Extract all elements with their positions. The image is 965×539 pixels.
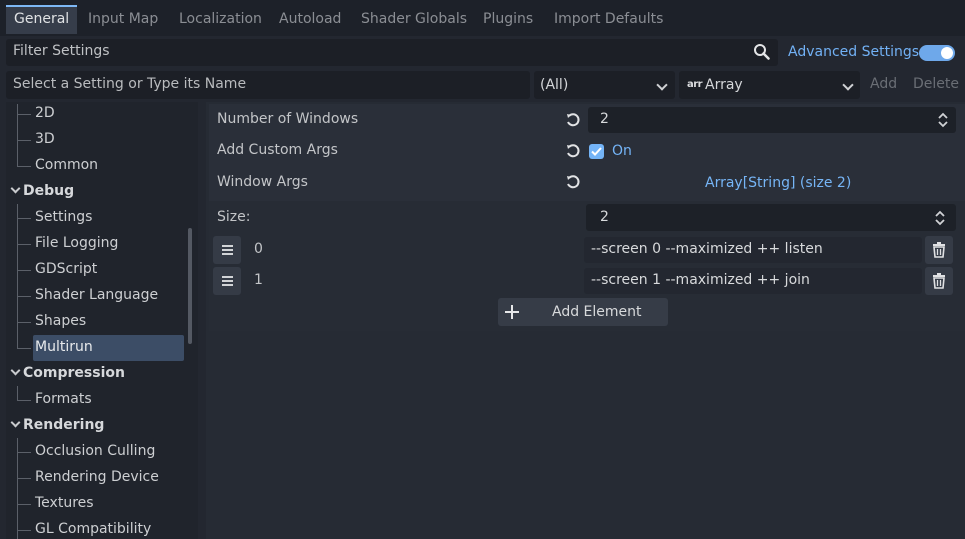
- tree-category-compression[interactable]: Compression: [23, 365, 125, 381]
- tree-connector: [17, 140, 31, 141]
- tree-connector: [17, 348, 31, 349]
- revert-icon[interactable]: [565, 143, 581, 159]
- tree-connector: [17, 400, 31, 401]
- tree-connector: [17, 504, 31, 505]
- tab-localization[interactable]: Localization: [171, 5, 270, 34]
- drag-handle-icon[interactable]: [213, 267, 241, 295]
- add-custom-args-checkbox[interactable]: [589, 144, 604, 159]
- element-index: 0: [254, 241, 263, 257]
- tree-connector: [17, 270, 31, 271]
- add-element-label: Add Element: [552, 304, 642, 320]
- tree-scrollbar[interactable]: [188, 228, 192, 344]
- type-dropdown-value: Array: [705, 77, 743, 93]
- tree-connector: [17, 114, 31, 115]
- tree-connector: [17, 530, 31, 531]
- tab-shader-globals[interactable]: Shader Globals: [353, 5, 475, 34]
- filter-settings-placeholder: Filter Settings: [13, 43, 110, 59]
- tab-input-map[interactable]: Input Map: [80, 5, 166, 34]
- element-index: 1: [254, 272, 263, 288]
- tree-item-shapes[interactable]: Shapes: [35, 313, 86, 329]
- spin-arrows-icon[interactable]: [938, 112, 948, 128]
- search-icon[interactable]: [753, 43, 771, 61]
- advanced-settings-label: Advanced Settings: [788, 44, 920, 60]
- tree-item-occlusion-culling[interactable]: Occlusion Culling: [35, 443, 155, 459]
- add-setting-button[interactable]: Add: [870, 76, 897, 92]
- tree-item-3d[interactable]: 3D: [35, 131, 55, 147]
- tree-item-settings[interactable]: Settings: [35, 209, 92, 225]
- element-value-text: --screen 1 --maximized ++ join: [591, 272, 810, 288]
- array-size-label: Size:: [217, 209, 251, 225]
- tree-item-multirun[interactable]: Multirun: [35, 339, 93, 355]
- tree-item-2d[interactable]: 2D: [35, 105, 55, 121]
- chevron-down-icon: [656, 79, 668, 91]
- tree-connector: [17, 452, 31, 453]
- tree-connector: [17, 244, 31, 245]
- window-args-array-button[interactable]: Array[String] (size 2): [705, 175, 851, 191]
- trash-icon[interactable]: [925, 236, 953, 264]
- spin-arrows-icon[interactable]: [935, 210, 945, 226]
- setting-name-placeholder: Select a Setting or Type its Name: [13, 76, 247, 92]
- tree-item-formats[interactable]: Formats: [35, 391, 92, 407]
- tree-connector: [17, 438, 18, 539]
- drag-handle-icon[interactable]: [213, 236, 241, 264]
- scope-dropdown-value: (All): [540, 77, 569, 93]
- tree-connector: [17, 218, 31, 219]
- element-value-text: --screen 0 --maximized ++ listen: [591, 241, 823, 257]
- array-size-spinbox[interactable]: [586, 204, 956, 231]
- window-args-label: Window Args: [217, 174, 308, 190]
- tree-item-shader-language[interactable]: Shader Language: [35, 287, 158, 303]
- tree-item-gl-compatibility[interactable]: GL Compatibility: [35, 521, 151, 537]
- tree-item-textures[interactable]: Textures: [35, 495, 94, 511]
- revert-icon[interactable]: [565, 174, 581, 190]
- chevron-down-icon: [842, 79, 854, 91]
- tree-category-rendering[interactable]: Rendering: [23, 417, 104, 433]
- trash-icon[interactable]: [925, 267, 953, 295]
- tree-connector: [17, 204, 18, 348]
- tree-connector: [17, 166, 31, 167]
- tree-connector: [17, 386, 18, 400]
- tab-autoload[interactable]: Autoload: [271, 5, 349, 34]
- tab-general[interactable]: General: [6, 5, 78, 34]
- tree-item-gdscript[interactable]: GDScript: [35, 261, 97, 277]
- tree-item-rendering-device[interactable]: Rendering Device: [35, 469, 159, 485]
- tree-connector: [17, 478, 31, 479]
- number-of-windows-spinbox[interactable]: [588, 107, 956, 133]
- filter-settings-input[interactable]: [6, 39, 778, 66]
- tree-item-file-logging[interactable]: File Logging: [35, 235, 118, 251]
- tab-import-defaults[interactable]: Import Defaults: [546, 5, 671, 34]
- add-custom-args-label: Add Custom Args: [217, 142, 338, 158]
- advanced-settings-toggle[interactable]: [919, 45, 955, 61]
- delete-setting-button[interactable]: Delete: [913, 76, 959, 92]
- array-type-icon: arr: [687, 79, 703, 90]
- number-of-windows-value: 2: [600, 111, 609, 127]
- checkmark-icon: [591, 147, 602, 156]
- array-size-value: 2: [600, 209, 609, 225]
- tree-item-common[interactable]: Common: [35, 157, 98, 173]
- number-of-windows-label: Number of Windows: [217, 111, 359, 127]
- plus-icon: [505, 305, 519, 319]
- tree-connector: [17, 296, 31, 297]
- tree-category-debug[interactable]: Debug: [23, 183, 74, 199]
- add-custom-args-state: On: [612, 143, 632, 159]
- tree-connector: [17, 322, 31, 323]
- tab-plugins[interactable]: Plugins: [475, 5, 541, 34]
- revert-icon[interactable]: [565, 112, 581, 128]
